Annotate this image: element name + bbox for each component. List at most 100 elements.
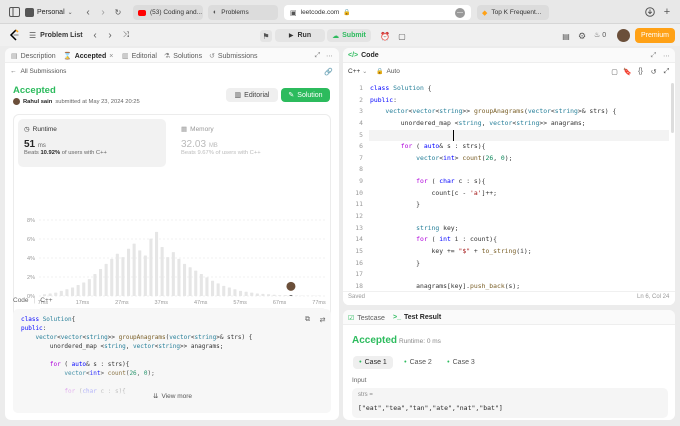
chart-bar (87, 279, 91, 296)
copy-icon[interactable]: ⧉ (303, 315, 312, 324)
code-line: class Solution{ (21, 316, 76, 323)
tab-testcase[interactable]: ☑ Testcase (348, 314, 385, 323)
line-number: 6 (359, 142, 363, 151)
reload-icon[interactable]: ↻ (113, 6, 123, 18)
next-problem-icon[interactable]: › (105, 29, 115, 41)
all-submissions-link[interactable]: ← All Submissions (10, 68, 66, 75)
wrap-icon[interactable]: ⇄ (318, 315, 327, 324)
avatar[interactable] (617, 29, 630, 42)
lock-icon: 🔒 (376, 69, 384, 75)
expand-icon[interactable]: ⤢ (313, 51, 322, 60)
back-icon[interactable]: ‹ (83, 6, 93, 18)
tab-submissions[interactable]: ↺ Submissions (209, 52, 258, 61)
saved-status: Saved (348, 294, 366, 300)
terminal-icon: >_ (393, 314, 401, 321)
expand-icon[interactable]: ⤢ (649, 51, 658, 60)
format-braces-icon[interactable]: {} (636, 67, 645, 76)
chart-bar (183, 263, 187, 296)
tab-accepted[interactable]: ⌛ Accepted × (63, 52, 113, 61)
code-line: for ( char c : s){ (416, 177, 486, 186)
line-number: 16 (355, 258, 363, 267)
case-tab-3[interactable]: • Case 3 (442, 356, 480, 369)
settings-icon[interactable]: ⚙ (576, 30, 588, 42)
profile-button[interactable]: Personal ⌄ (25, 5, 73, 20)
x-tick-label: 27ms (115, 300, 129, 306)
tab-editorial[interactable]: ▥ Editorial (122, 52, 157, 61)
lock-icon: 🔒 (343, 10, 351, 16)
code-label: Code (13, 297, 29, 304)
chart-bar (272, 294, 276, 296)
chart-bar (295, 295, 299, 296)
user-name[interactable]: Rahul sain (23, 99, 52, 105)
code-editor[interactable]: class Solution {public: vector<vector<st… (370, 83, 616, 305)
shuffle-icon[interactable]: ⤨ (120, 29, 132, 41)
memory-beats: Beats 9.67% of users with C++ (181, 150, 261, 156)
chart-bar (99, 268, 103, 296)
sidebar-toggle-icon[interactable] (8, 6, 20, 18)
code-line: for ( auto& s : strs){ (400, 142, 486, 151)
editor-scrollbar[interactable] (671, 83, 674, 133)
view-more-button[interactable]: ⇊ View more (153, 392, 192, 401)
streak-counter[interactable]: ♨ 0 (594, 31, 606, 40)
chart-bar (149, 238, 153, 296)
new-tab-icon[interactable]: + (662, 6, 672, 18)
bookmark-icon[interactable]: 🔖 (623, 67, 632, 76)
line-number: 10 (355, 188, 363, 197)
list-icon: ☰ (29, 31, 37, 40)
profile-icon (25, 8, 34, 17)
line-number: 9 (359, 177, 363, 186)
tab-test-result[interactable]: >_ Test Result (393, 314, 441, 321)
runtime-number: 51 (24, 139, 36, 150)
notes-icon[interactable]: ▢ (396, 30, 408, 42)
language-select[interactable]: C++ ⌄ (348, 68, 367, 75)
line-number: 15 (355, 246, 363, 255)
solution-button[interactable]: ✎ Solution (281, 88, 330, 102)
tab-close-icon[interactable]: — (455, 7, 465, 18)
run-button[interactable]: ▶ Run (275, 29, 325, 42)
chart-bar (110, 258, 114, 296)
premium-button[interactable]: Premium (635, 28, 675, 43)
notes-icon[interactable]: ▢ (610, 67, 619, 76)
leetcode-logo[interactable] (8, 29, 20, 41)
tab-description[interactable]: ▤ Description (11, 52, 56, 61)
debug-icon[interactable]: ⚑ (260, 30, 272, 42)
chart-bar (104, 263, 108, 296)
book-icon: ▥ (234, 92, 242, 99)
case-tab-1[interactable]: • Case 1 (353, 356, 393, 369)
timer-icon[interactable]: ⏰ (379, 30, 391, 42)
more-icon[interactable]: ⋯ (662, 51, 671, 60)
chart-bar (166, 257, 170, 296)
layout-icon[interactable]: ▤ (560, 30, 572, 42)
submit-button[interactable]: ☁ Submit (327, 29, 371, 42)
tab-label: Description (20, 52, 56, 60)
chart-bar (216, 283, 220, 296)
code-line: class Solution { (370, 84, 432, 92)
fullscreen-icon[interactable]: ⤢ (662, 67, 671, 76)
more-icon[interactable]: ⋯ (325, 51, 334, 60)
prev-problem-icon[interactable]: ‹ (90, 29, 100, 41)
submitted-code-block: class Solution{public: vector<vector<str… (13, 309, 331, 413)
text-cursor (453, 130, 454, 141)
submitted-at: submitted at May 23, 2024 20:25 (55, 98, 140, 105)
tab-code[interactable]: </> Code (348, 52, 379, 59)
forward-icon[interactable]: › (98, 6, 108, 18)
browser-tab[interactable]: ◆ Top K Frequent... (477, 5, 549, 20)
all-submissions-label: All Submissions (20, 68, 67, 75)
problem-list-link[interactable]: ☰ Problem List (29, 31, 83, 40)
download-icon[interactable] (645, 7, 655, 17)
browser-tab[interactable]: ◐ Problems (208, 5, 278, 20)
browser-tab[interactable]: (53) Coding and... (133, 5, 203, 20)
reset-icon[interactable]: ↺ (649, 67, 658, 76)
link-icon[interactable]: 🔗 (324, 67, 333, 76)
editorial-button[interactable]: ▥ Editorial (226, 88, 278, 102)
case-tab-2[interactable]: • Case 2 (399, 356, 437, 369)
result-runtime: Runtime: 0 ms (399, 338, 441, 345)
beats-suffix: of users with C++ (61, 150, 107, 156)
tab-solutions[interactable]: ⚗ Solutions (164, 52, 202, 61)
url-bar[interactable]: ▣ leetcode.com 🔒 — (284, 5, 471, 20)
input-box (352, 388, 668, 418)
auto-mode[interactable]: 🔒 Auto (376, 68, 400, 75)
close-icon[interactable]: × (109, 53, 113, 60)
